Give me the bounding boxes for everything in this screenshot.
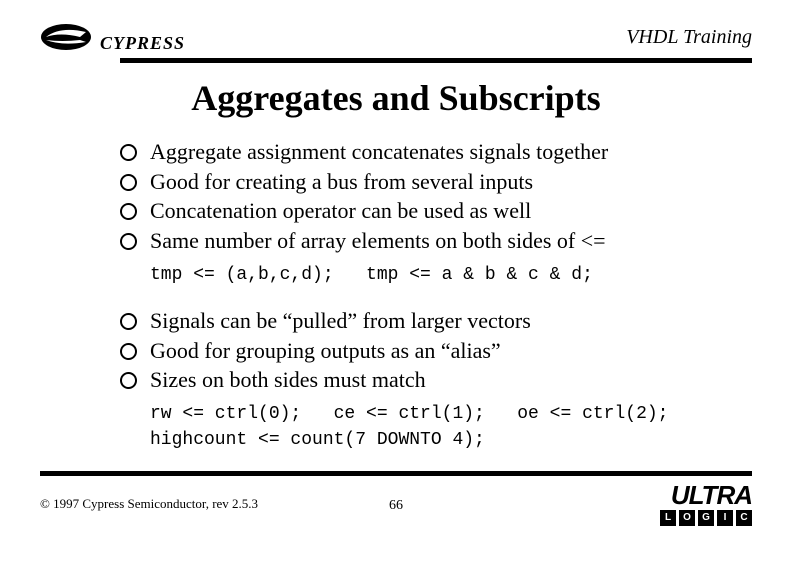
ultra-letter: L (660, 510, 676, 526)
brand-logo: CYPRESS (40, 20, 185, 54)
ultra-letter: O (679, 510, 695, 526)
slide-title: Aggregates and Subscripts (40, 77, 752, 119)
ultra-letter: G (698, 510, 714, 526)
bullet-group-1: Aggregate assignment concatenates signal… (120, 137, 722, 256)
bullet-item: Same number of array elements on both si… (120, 226, 722, 256)
slide-content: Aggregate assignment concatenates signal… (40, 137, 752, 453)
cypress-logo-icon (40, 20, 98, 54)
bullet-item: Signals can be “pulled” from larger vect… (120, 306, 722, 336)
copyright-text: © 1997 Cypress Semiconductor, rev 2.5.3 (40, 496, 258, 512)
ultra-wordmark: ULTRA (660, 482, 752, 508)
ultra-logo: ULTRA L O G I C (660, 482, 752, 526)
code-block-1: tmp <= (a,b,c,d); tmp <= a & b & c & d; (120, 262, 722, 288)
slide-header: CYPRESS VHDL Training (40, 20, 752, 54)
bullet-item: Good for grouping outputs as an “alias” (120, 336, 722, 366)
ultra-letter: C (736, 510, 752, 526)
bullet-item: Concatenation operator can be used as we… (120, 196, 722, 226)
bullet-item: Good for creating a bus from several inp… (120, 167, 722, 197)
bullet-item: Sizes on both sides must match (120, 365, 722, 395)
page-number: 66 (389, 498, 403, 514)
footer-divider (40, 471, 752, 476)
slide-footer: © 1997 Cypress Semiconductor, rev 2.5.3 … (40, 482, 752, 526)
bullet-group-2: Signals can be “pulled” from larger vect… (120, 306, 722, 395)
header-divider (120, 58, 752, 63)
course-title: VHDL Training (626, 26, 752, 49)
ultra-letter: I (717, 510, 733, 526)
ultra-subtext: L O G I C (660, 510, 752, 526)
brand-name: CYPRESS (100, 33, 185, 54)
code-block-2: rw <= ctrl(0); ce <= ctrl(1); oe <= ctrl… (120, 401, 722, 453)
bullet-item: Aggregate assignment concatenates signal… (120, 137, 722, 167)
